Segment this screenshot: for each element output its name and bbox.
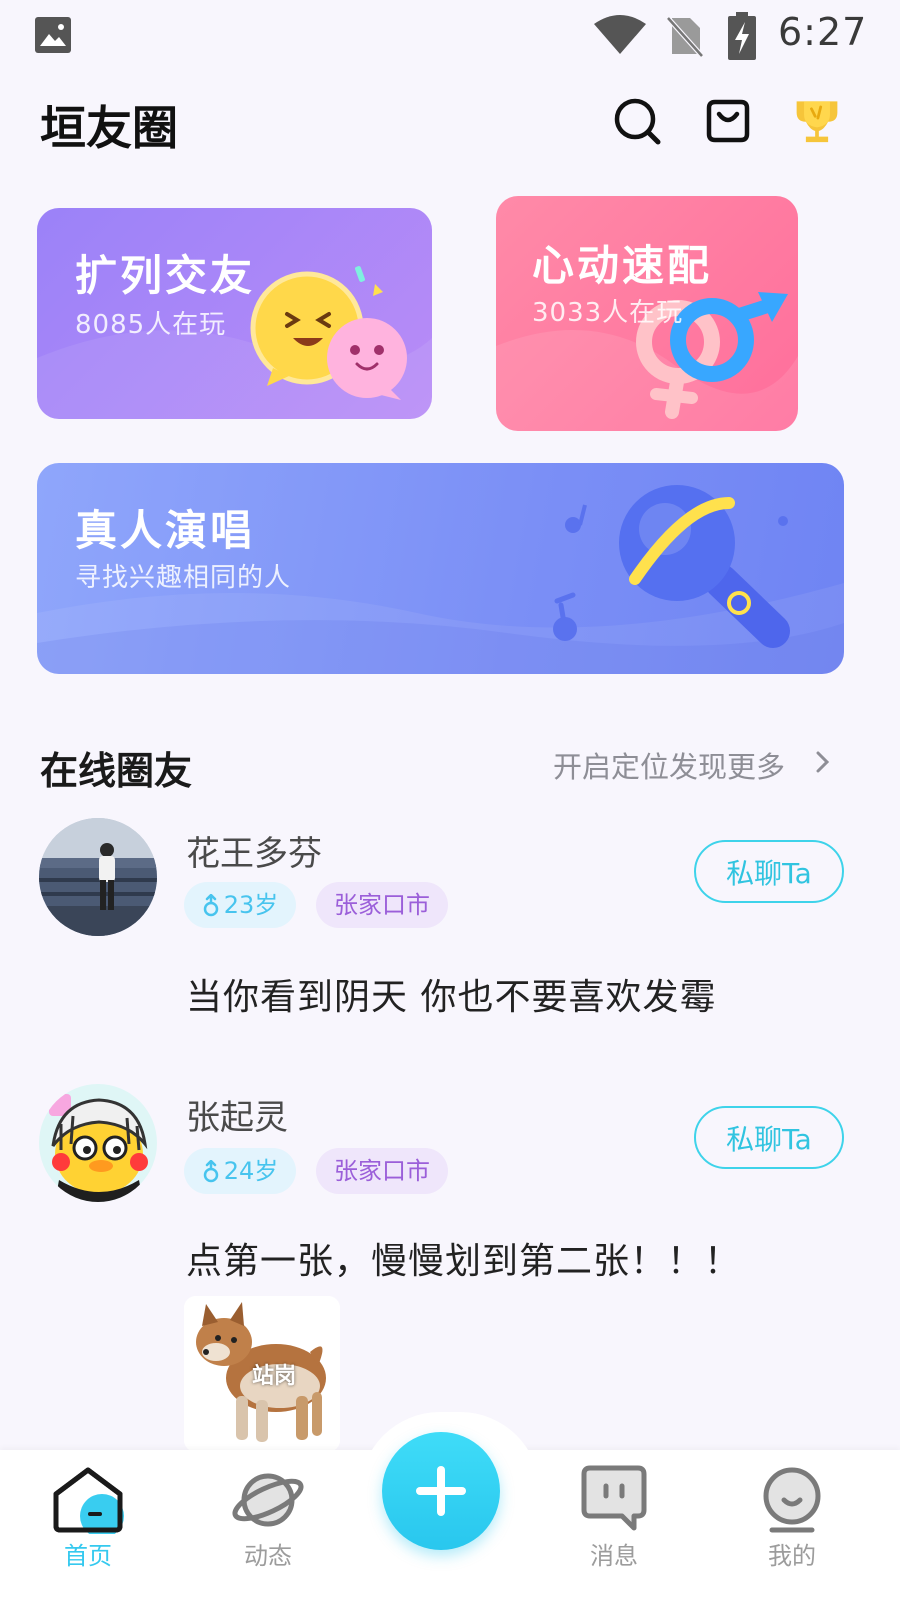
- list-item[interactable]: 花王多芬 23岁 张家口市 私聊Ta 当你看到阴天 你也不要喜欢发霉: [0, 816, 900, 1018]
- username: 张起灵: [186, 1098, 288, 1138]
- post-text: 当你看到阴天 你也不要喜欢发霉: [186, 977, 717, 1018]
- age-value: 23岁: [223, 891, 279, 919]
- nav-messages[interactable]: 消息: [554, 1450, 674, 1600]
- home-icon: [53, 1467, 124, 1534]
- age-tag: 24岁: [184, 1148, 296, 1194]
- status-bar: 6:27: [0, 0, 900, 72]
- wifi-icon: [594, 15, 646, 54]
- avatar[interactable]: [39, 1084, 157, 1202]
- post-image[interactable]: 站岗: [184, 1296, 340, 1452]
- create-post-button[interactable]: [382, 1432, 500, 1550]
- enable-location-label: 开启定位发现更多: [553, 750, 786, 784]
- heart-match-card[interactable]: 心动速配 3033人在玩: [496, 196, 798, 431]
- message-icon: [581, 1465, 647, 1531]
- male-icon: [203, 893, 218, 917]
- city-tag: 张家口市: [316, 1148, 448, 1194]
- plus-icon: [416, 1466, 466, 1516]
- card-subtitle: 寻找兴趣相同的人: [75, 563, 292, 593]
- no-sim-icon: [666, 16, 704, 58]
- nav-profile-label: 我的: [768, 1542, 816, 1570]
- photo-caption: 站岗: [252, 1364, 297, 1389]
- battery-charging-icon: [728, 12, 756, 60]
- avatar[interactable]: [39, 818, 157, 936]
- card-subtitle: 8085人在玩: [75, 310, 227, 340]
- nav-home[interactable]: 首页: [28, 1450, 148, 1600]
- profile-icon: [763, 1467, 821, 1533]
- chevron-right-icon: [816, 751, 830, 773]
- nav-moments-label: 动态: [244, 1542, 292, 1570]
- city-tag: 张家口市: [316, 882, 448, 928]
- card-title: 扩列交友: [75, 251, 256, 300]
- age-value: 24岁: [223, 1157, 279, 1185]
- nav-home-label: 首页: [64, 1542, 112, 1570]
- image-notification-icon: [35, 17, 71, 53]
- card-subtitle: 3033人在玩: [532, 298, 684, 328]
- nav-moments[interactable]: 动态: [208, 1450, 328, 1600]
- nav-messages-label: 消息: [590, 1542, 638, 1570]
- search-icon[interactable]: [612, 96, 662, 146]
- card-title: 心动速配: [532, 241, 713, 290]
- card-title: 真人演唱: [75, 506, 256, 555]
- age-tag: 23岁: [184, 882, 296, 928]
- make-friends-card[interactable]: 扩列交友 8085人在玩: [37, 208, 432, 419]
- trophy-icon[interactable]: [792, 94, 842, 144]
- list-item[interactable]: 张起灵 24岁 张家口市 私聊Ta 点第一张，慢慢划到第二张！！！: [0, 1082, 900, 1452]
- private-chat-button[interactable]: 私聊Ta: [694, 840, 844, 903]
- planet-icon: [232, 1473, 304, 1527]
- page-title: 垣友圈: [40, 101, 178, 155]
- username: 花王多芬: [186, 834, 322, 874]
- private-chat-button[interactable]: 私聊Ta: [694, 1106, 844, 1169]
- nav-profile[interactable]: 我的: [732, 1450, 852, 1600]
- clock: 6:27: [778, 10, 868, 54]
- online-section-title: 在线圈友: [40, 749, 193, 793]
- shop-bag-icon[interactable]: [703, 96, 753, 146]
- post-text: 点第一张，慢慢划到第二张！！！: [186, 1241, 742, 1282]
- male-icon: [203, 1159, 218, 1183]
- enable-location-link[interactable]: 开启定位发现更多: [553, 744, 830, 786]
- live-singing-card[interactable]: 真人演唱 寻找兴趣相同的人: [37, 463, 844, 674]
